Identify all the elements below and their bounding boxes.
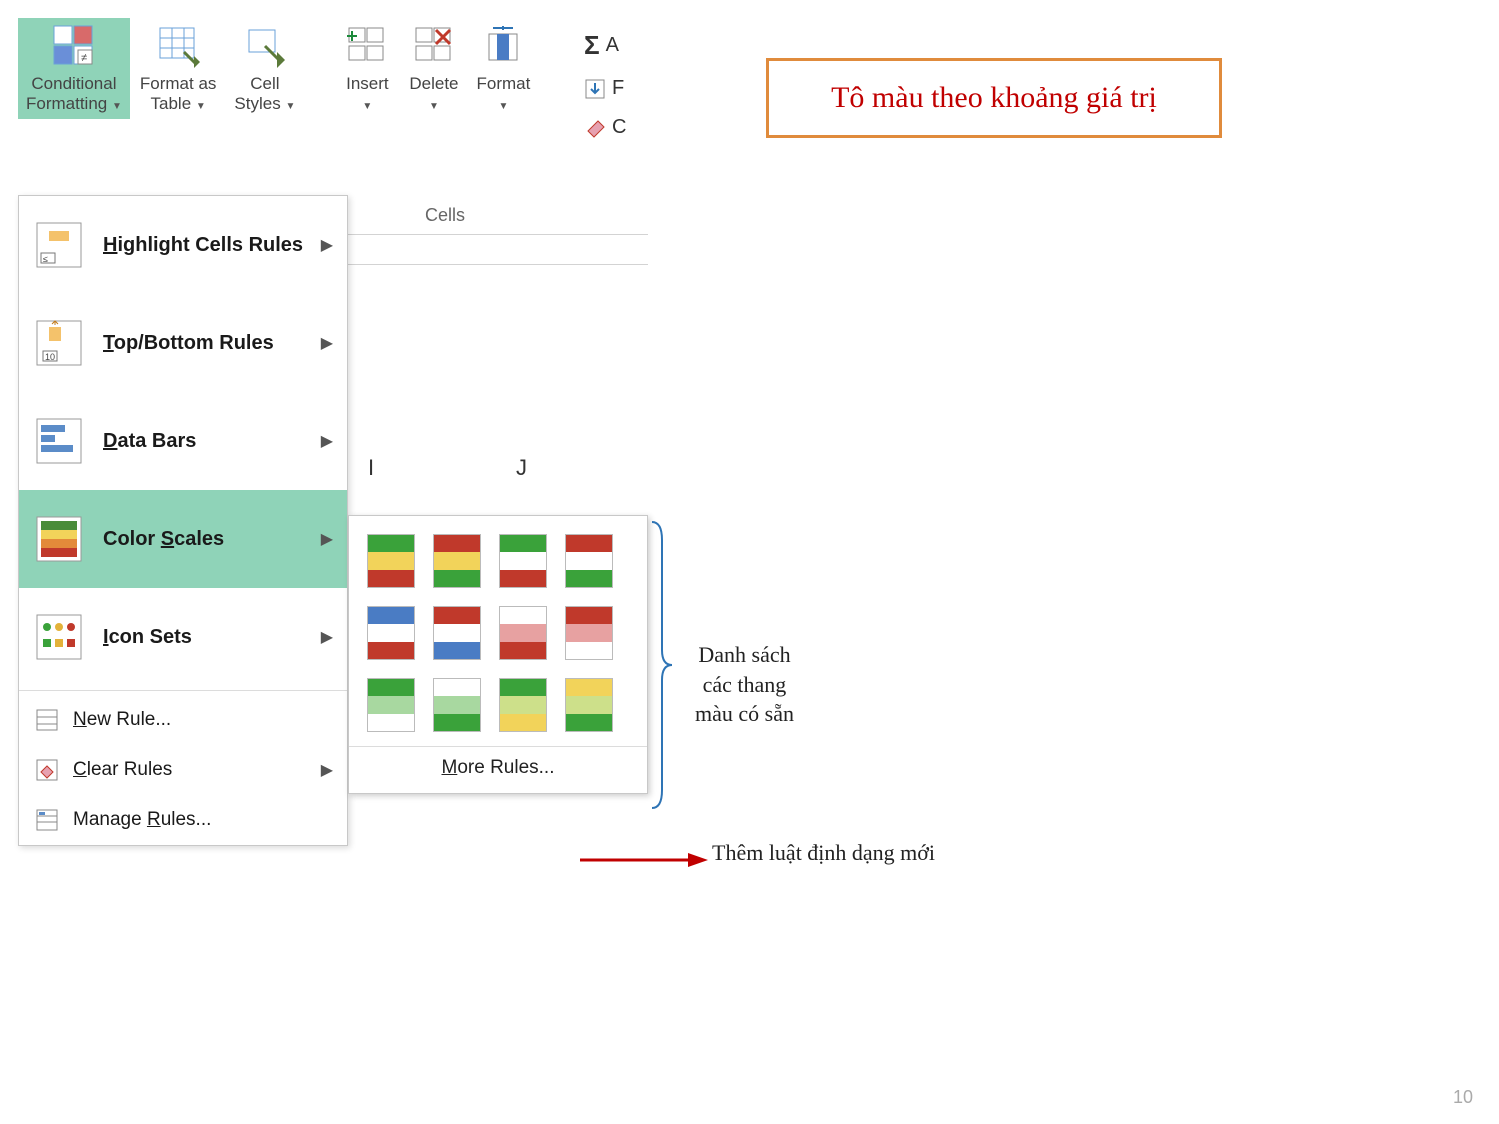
manage-rules-icon — [33, 806, 61, 834]
eraser-icon — [584, 117, 606, 139]
svg-text:10: 10 — [45, 352, 55, 362]
icon-sets-icon — [33, 611, 85, 663]
color-scales-icon — [33, 513, 85, 565]
scale-yellow-green[interactable] — [565, 678, 613, 732]
clear-rules-icon — [33, 756, 61, 784]
top-bottom-icon: 10 — [33, 317, 85, 369]
clear-button[interactable]: C — [584, 116, 626, 139]
scale-white-red[interactable] — [499, 606, 547, 660]
scale-green-white[interactable] — [367, 678, 415, 732]
scale-red-white-blue[interactable] — [433, 606, 481, 660]
annotation-scale-list: Danh sách các thang màu có sẵn — [695, 640, 794, 729]
format-as-table-label: Format as Table ▼ — [140, 74, 217, 115]
svg-text:≤: ≤ — [43, 254, 48, 264]
insert-button[interactable]: Insert▼ — [335, 18, 399, 119]
format-icon — [479, 22, 527, 70]
cell-styles-icon — [241, 22, 289, 70]
scale-green-white-red[interactable] — [499, 534, 547, 588]
cell-styles-label: Cell Styles ▼ — [234, 74, 295, 115]
fill-button[interactable]: F — [584, 77, 626, 100]
chevron-right-icon: ▶ — [321, 627, 333, 647]
bracket-annotation — [650, 520, 674, 810]
delete-button[interactable]: Delete▼ — [401, 18, 466, 119]
new-rule-icon — [33, 706, 61, 734]
autosum-button[interactable]: ΣA — [584, 30, 626, 61]
page-number: 10 — [1453, 1087, 1473, 1108]
chevron-right-icon: ▶ — [321, 333, 333, 353]
scale-red-white-green[interactable] — [565, 534, 613, 588]
delete-icon — [410, 22, 458, 70]
delete-label: Delete▼ — [409, 74, 458, 115]
annotation-more-rules: Thêm luật định dạng mới — [712, 840, 935, 866]
menu-top-bottom-rules[interactable]: 10 Top/Bottom Rules ▶ Top/Bottom Rules — [19, 294, 347, 392]
menu-icon-sets[interactable]: Icon Sets ▶ Icon Sets — [19, 588, 347, 686]
menu-data-bars[interactable]: Data Bars ▶ Data Bars — [19, 392, 347, 490]
conditional-formatting-label: Conditional Formatting ▼ — [26, 74, 122, 115]
menu-highlight-cells-rules[interactable]: ≤ HHighlight Cells Rulesighlight Cells R… — [19, 196, 347, 294]
ribbon: ≠ Conditional Formatting ▼ Format as Tab… — [18, 18, 540, 119]
scale-white-green[interactable] — [433, 678, 481, 732]
chevron-right-icon: ▶ — [321, 529, 333, 549]
scale-green-yellow-red[interactable] — [367, 534, 415, 588]
color-scales-gallery: More Rules...More Rules... — [348, 515, 648, 794]
cell-styles-button[interactable]: Cell Styles ▼ — [226, 18, 303, 119]
scale-blue-white-red[interactable] — [367, 606, 415, 660]
column-header-j: J — [516, 455, 527, 481]
insert-icon — [343, 22, 391, 70]
callout-title: Tô màu theo khoảng giá trị — [766, 58, 1222, 138]
scale-red-white[interactable] — [565, 606, 613, 660]
column-header-i: I — [368, 455, 374, 481]
menu-manage-rules[interactable]: Manage Rules... Manage Rules... — [19, 795, 347, 845]
chevron-right-icon: ▶ — [321, 235, 333, 255]
conditional-formatting-menu: ≤ HHighlight Cells Rulesighlight Cells R… — [18, 195, 348, 846]
format-button[interactable]: Format▼ — [469, 18, 539, 119]
menu-color-scales[interactable]: Color Scales ▶ Color Scales — [19, 490, 347, 588]
conditional-formatting-icon: ≠ — [50, 22, 98, 70]
cells-group-label: Cells — [425, 205, 465, 226]
more-rules[interactable]: More Rules...More Rules... — [349, 746, 647, 787]
conditional-formatting-button[interactable]: ≠ Conditional Formatting ▼ — [18, 18, 130, 119]
format-as-table-icon — [154, 22, 202, 70]
menu-clear-rules[interactable]: Clear Rules ▶ Clear Rules — [19, 745, 347, 795]
chevron-right-icon: ▶ — [321, 760, 333, 780]
format-as-table-button[interactable]: Format as Table ▼ — [132, 18, 225, 119]
insert-label: Insert▼ — [346, 74, 389, 115]
scale-red-yellow-green[interactable] — [433, 534, 481, 588]
data-bars-icon — [33, 415, 85, 467]
editing-group: ΣA F C — [584, 30, 626, 139]
fill-down-icon — [584, 78, 606, 100]
svg-text:≠: ≠ — [81, 52, 87, 64]
red-arrow-icon — [580, 850, 710, 870]
highlight-rules-icon: ≤ — [33, 219, 85, 271]
format-label: Format▼ — [477, 74, 531, 115]
chevron-right-icon: ▶ — [321, 431, 333, 451]
menu-new-rule[interactable]: New Rule... New Rule... — [19, 695, 347, 745]
scale-green-yellow[interactable] — [499, 678, 547, 732]
